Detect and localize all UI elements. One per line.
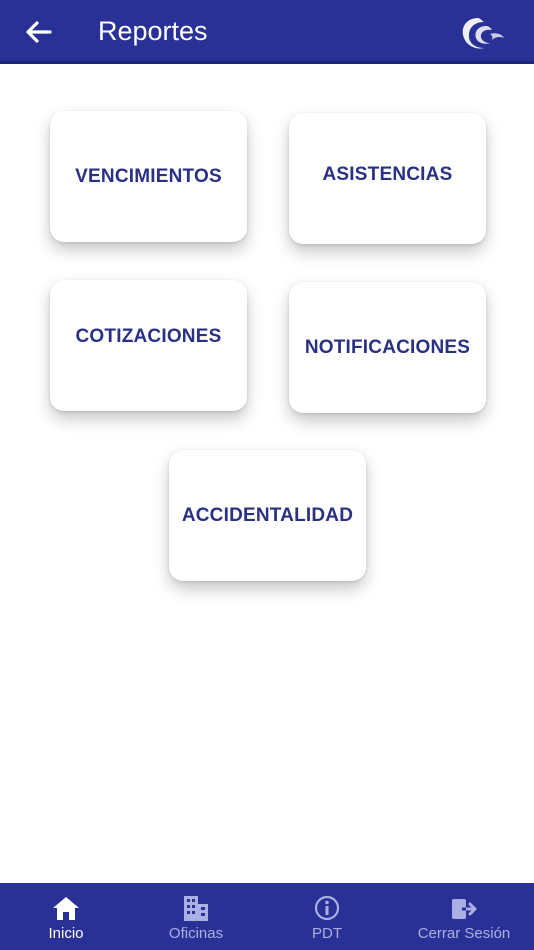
report-card-label: VENCIMIENTOS — [75, 165, 222, 187]
building-icon — [184, 896, 208, 921]
back-button[interactable] — [22, 16, 54, 48]
info-icon — [314, 895, 340, 921]
report-card-asistencias[interactable]: ASISTENCIAS — [289, 113, 486, 244]
nav-item-oficinas[interactable]: Oficinas — [156, 883, 236, 950]
nav-item-inicio[interactable]: Inicio — [30, 883, 102, 950]
nav-item-cerrar-sesion[interactable]: Cerrar Sesión — [404, 883, 524, 950]
nav-item-pdt[interactable]: PDT — [294, 883, 360, 950]
logout-icon — [452, 899, 477, 919]
nav-label: PDT — [312, 925, 342, 942]
nav-label: Inicio — [48, 925, 84, 942]
report-card-label: ASISTENCIAS — [322, 163, 453, 185]
nav-label: Oficinas — [168, 925, 224, 942]
page-title: Reportes — [98, 16, 208, 46]
bottom-navigation: Inicio Oficinas PDT Cerrar Sesión — [0, 883, 534, 950]
report-card-notificaciones[interactable]: NOTIFICACIONES — [289, 282, 486, 413]
report-card-label: NOTIFICACIONES — [304, 336, 471, 358]
swirl-logo — [456, 12, 508, 56]
report-card-cotizaciones[interactable]: COTIZACIONES — [50, 280, 247, 411]
report-card-label: ACCIDENTALIDAD — [181, 504, 354, 526]
report-card-label: COTIZACIONES — [75, 325, 222, 347]
report-card-accidentalidad[interactable]: ACCIDENTALIDAD — [169, 450, 366, 581]
nav-label: Cerrar Sesión — [417, 925, 511, 942]
arrow-left-icon — [26, 21, 52, 43]
home-icon — [53, 897, 79, 920]
report-card-vencimientos[interactable]: VENCIMIENTOS — [50, 111, 247, 242]
app-header: Reportes — [0, 0, 534, 64]
